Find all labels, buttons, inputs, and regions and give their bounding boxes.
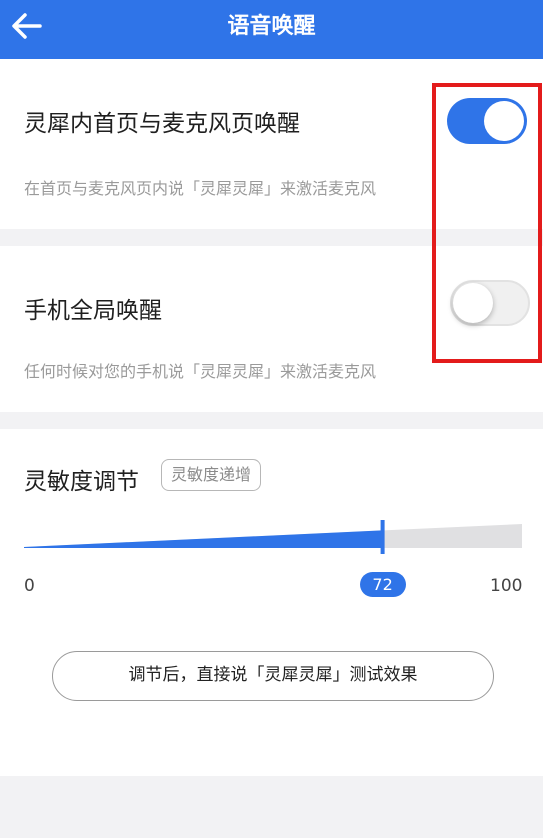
home-wakeup-title: 灵犀内首页与麦克风页唤醒	[24, 111, 300, 137]
global-wakeup-description: 任何时候对您的手机说「灵犀灵犀」来激活麦克风	[24, 362, 377, 381]
toggle-knob	[453, 283, 493, 323]
slider-value-bubble: 72	[359, 572, 406, 597]
sensitivity-tag: 灵敏度递增	[161, 459, 262, 491]
app-header: 语音唤醒	[0, 0, 543, 59]
slider-fill	[24, 530, 383, 548]
sensitivity-title: 灵敏度调节	[24, 469, 139, 495]
slider-min-label: 0	[24, 576, 35, 596]
home-wakeup-description: 在首页与麦克风页内说「灵犀灵犀」来激活麦克风	[24, 179, 377, 198]
global-wakeup-toggle[interactable]	[450, 280, 530, 326]
toggle-knob	[484, 101, 524, 141]
global-wakeup-title: 手机全局唤醒	[24, 298, 162, 324]
home-wakeup-card: 灵犀内首页与麦克风页唤醒 在首页与麦克风页内说「灵犀灵犀」来激活麦克风	[0, 59, 543, 229]
sensitivity-slider[interactable]	[24, 520, 522, 554]
slider-max-label: 100	[490, 576, 523, 596]
slider-handle[interactable]	[380, 520, 385, 554]
global-wakeup-card: 手机全局唤醒 任何时候对您的手机说「灵犀灵犀」来激活麦克风	[0, 246, 543, 412]
home-wakeup-toggle[interactable]	[447, 98, 527, 144]
page-title: 语音唤醒	[227, 14, 316, 39]
test-wakeup-button[interactable]: 调节后，直接说「灵犀灵犀」测试效果	[52, 651, 494, 701]
